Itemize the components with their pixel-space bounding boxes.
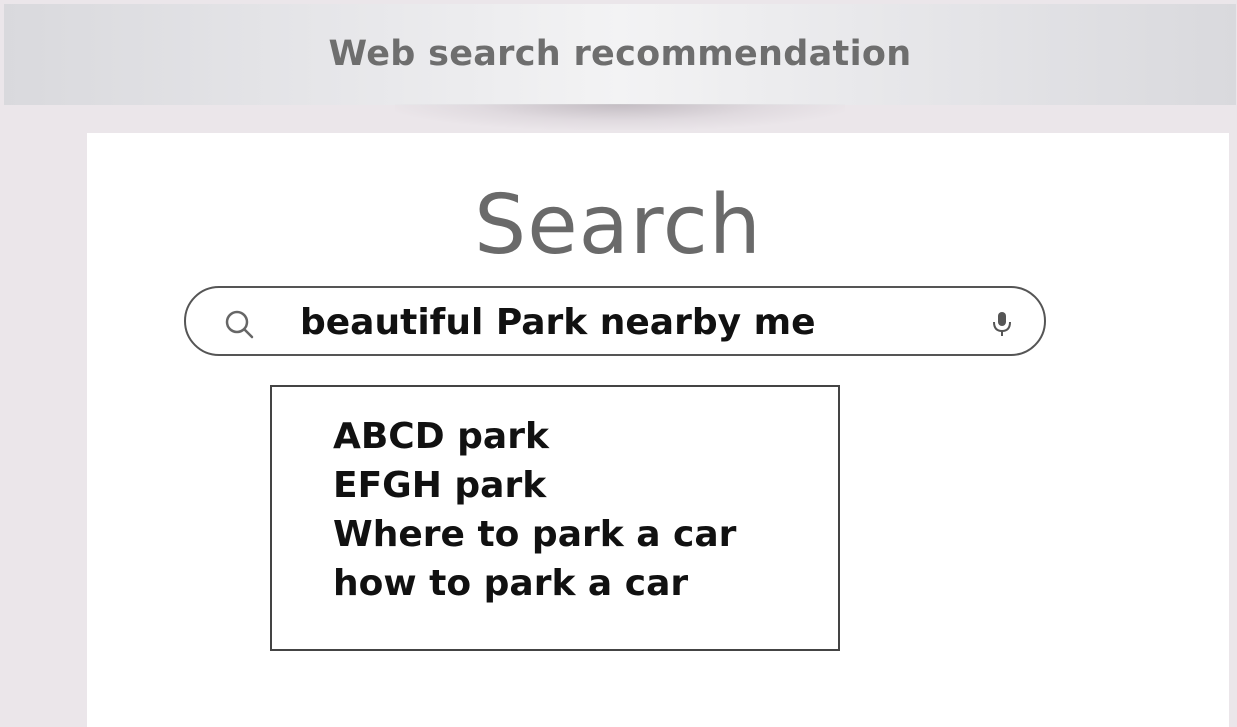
suggestion-item[interactable]: ABCD park	[333, 417, 549, 457]
suggestion-item[interactable]: how to park a car	[333, 564, 688, 604]
microphone-icon[interactable]	[990, 308, 1014, 340]
suggestions-dropdown: ABCD park EFGH park Where to park a car …	[270, 385, 840, 651]
search-panel: Search beautiful Park nearby me ABCD par…	[87, 133, 1229, 727]
suggestion-item[interactable]: EFGH park	[333, 466, 546, 506]
search-query-text: beautiful Park nearby me	[300, 302, 816, 343]
banner-shadow	[395, 104, 845, 130]
search-input[interactable]: beautiful Park nearby me	[184, 286, 1046, 356]
search-icon	[223, 308, 259, 344]
title-banner: Web search recommendation	[4, 4, 1236, 105]
search-heading: Search	[474, 178, 762, 273]
banner-title: Web search recommendation	[328, 33, 912, 74]
suggestion-item[interactable]: Where to park a car	[333, 515, 736, 555]
